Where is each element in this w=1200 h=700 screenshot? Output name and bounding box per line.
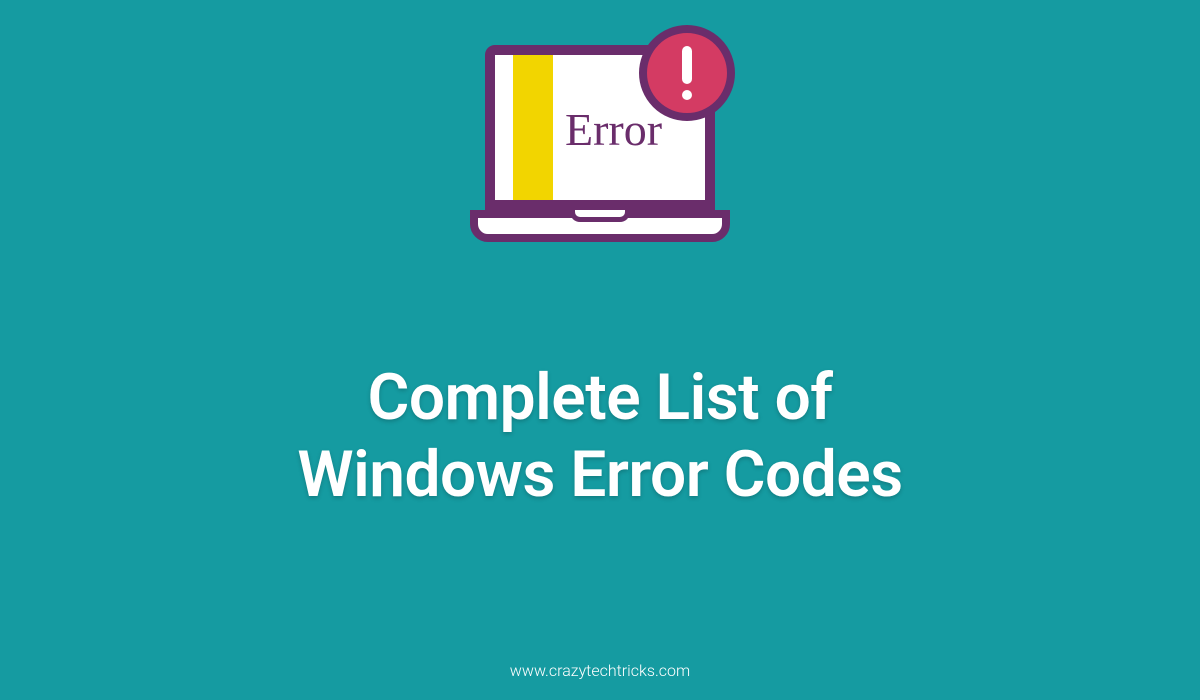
page-title: Complete List of Windows Error Codes bbox=[297, 360, 902, 514]
exclamation-icon bbox=[682, 46, 692, 100]
laptop-screen: Error bbox=[485, 45, 715, 210]
title-line-2: Windows Error Codes bbox=[297, 437, 902, 512]
title-line-1: Complete List of bbox=[367, 360, 832, 435]
laptop-error-icon: Error bbox=[470, 45, 730, 265]
laptop-notch bbox=[570, 210, 630, 222]
error-label: Error bbox=[565, 103, 662, 156]
laptop-base bbox=[470, 210, 730, 242]
yellow-stripe bbox=[513, 55, 553, 200]
alert-badge-icon bbox=[639, 25, 735, 121]
footer-url: www.crazytechtricks.com bbox=[510, 661, 690, 680]
